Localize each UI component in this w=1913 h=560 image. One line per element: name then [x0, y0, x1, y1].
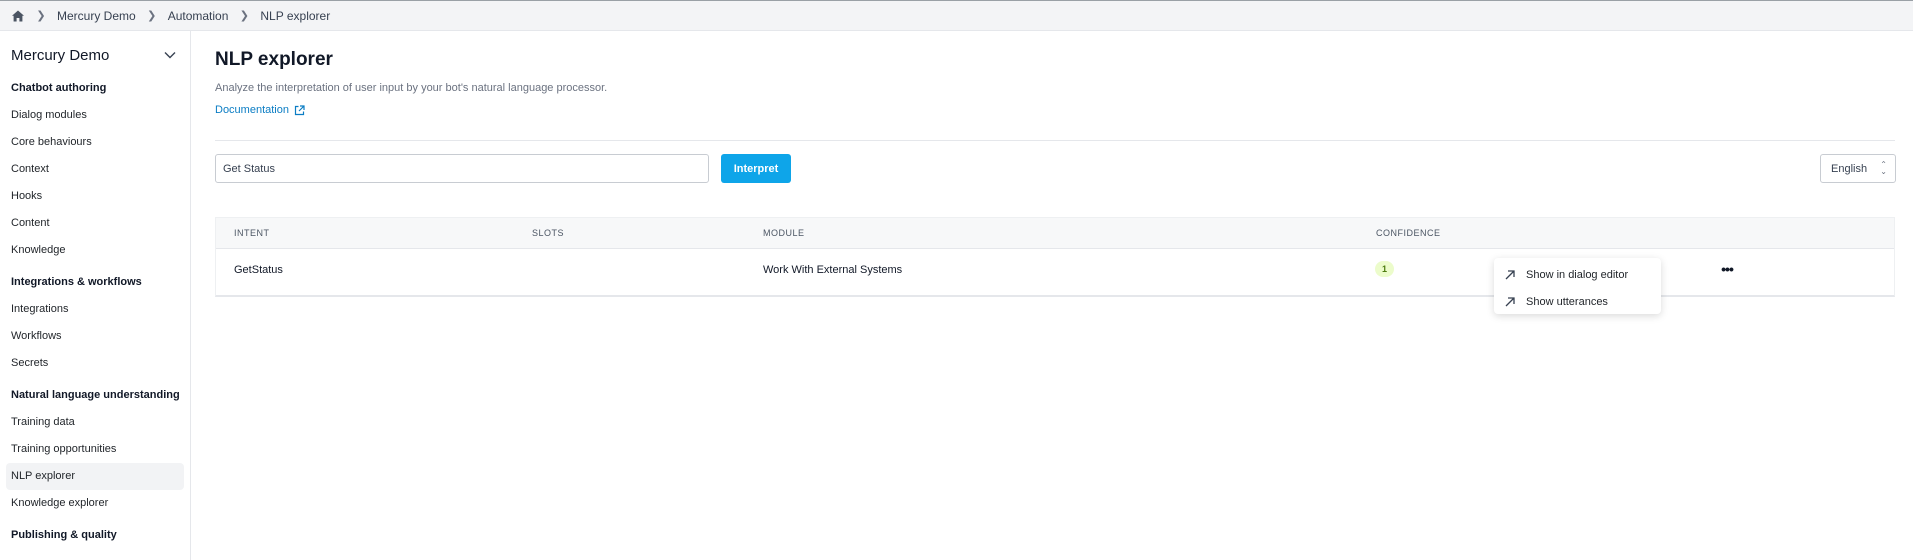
interpret-button[interactable]: Interpret	[721, 154, 791, 183]
column-header-module: MODULE	[763, 228, 805, 238]
cell-module: Work With External Systems	[763, 264, 903, 276]
menu-item-show-utterances[interactable]: Show utterances	[1494, 288, 1661, 315]
menu-item-label: Show utterances	[1526, 295, 1608, 308]
sidebar-item-knowledge[interactable]: Knowledge	[0, 237, 184, 264]
main-content: NLP explorer Analyze the interpretation …	[215, 31, 1896, 297]
sidebar-item-training-data[interactable]: Training data	[0, 409, 184, 436]
language-select[interactable]: English ⌃ ⌄	[1820, 154, 1896, 183]
breadcrumb-current: NLP explorer	[260, 8, 331, 23]
column-header-confidence: CONFIDENCE	[1376, 228, 1441, 238]
workspace-switcher[interactable]: Mercury Demo	[0, 32, 190, 78]
chevron-right-icon: ❯	[36, 10, 46, 22]
language-select-value: English	[1831, 162, 1868, 175]
sidebar-item-training-opportunities[interactable]: Training opportunities	[0, 436, 184, 463]
column-header-slots: SLOTS	[532, 228, 565, 238]
documentation-link[interactable]: Documentation	[215, 103, 305, 117]
query-row: Interpret English ⌃⌄	[215, 153, 1896, 183]
breadcrumb-item-current: ❯ NLP explorer	[228, 9, 330, 23]
page-title: NLP explorer	[215, 49, 333, 70]
query-input[interactable]	[215, 154, 709, 183]
cell-intent: GetStatus	[234, 264, 283, 276]
breadcrumb: ❯ Mercury Demo ❯ Automation ❯ NLP explor…	[0, 0, 1913, 31]
sidebar-item-knowledge-explorer[interactable]: Knowledge explorer	[0, 490, 184, 517]
sidebar-item-content[interactable]: Content	[0, 210, 184, 237]
sidebar-item-nlp-explorer[interactable]: NLP explorer	[6, 463, 184, 490]
sidebar-item-dialog-modules[interactable]: Dialog modules	[0, 102, 184, 129]
row-actions-button[interactable]: •••	[1717, 259, 1737, 279]
chevron-right-icon: ❯	[147, 10, 157, 22]
section-title-nlu: Natural language understanding	[11, 389, 180, 401]
breadcrumb-item-workspace: ❯ Mercury Demo	[25, 9, 136, 23]
column-header-intent: INTENT	[234, 228, 270, 238]
documentation-link-label: Documentation	[215, 104, 289, 116]
breadcrumb-link-workspace[interactable]: Mercury Demo	[57, 9, 136, 23]
breadcrumb-link-automation[interactable]: Automation	[168, 9, 229, 23]
sidebar-item-context[interactable]: Context	[0, 156, 184, 183]
section-title-publishing: Publishing & quality	[11, 529, 117, 541]
sidebar: Mercury Demo Chatbot authoring Dialog mo…	[0, 31, 191, 560]
external-link-icon	[294, 104, 305, 116]
row-actions-menu: Show in dialog editor Show utterances	[1494, 258, 1661, 314]
divider	[215, 140, 1895, 141]
arrow-up-right-icon	[1504, 269, 1526, 281]
sidebar-item-secrets[interactable]: Secrets	[0, 350, 184, 377]
chevron-down-icon	[164, 51, 176, 59]
sidebar-item-hooks[interactable]: Hooks	[0, 183, 184, 210]
arrow-up-right-icon	[1504, 296, 1526, 308]
section-title-integrations: Integrations & workflows	[11, 276, 142, 288]
workspace-name: Mercury Demo	[11, 46, 110, 64]
breadcrumb-item-automation: ❯ Automation	[136, 9, 229, 23]
home-icon[interactable]	[11, 9, 25, 23]
menu-item-label: Show in dialog editor	[1526, 268, 1629, 281]
sidebar-item-workflows[interactable]: Workflows	[0, 323, 184, 350]
chevron-right-icon: ❯	[239, 10, 249, 22]
section-title-chatbot-authoring: Chatbot authoring	[11, 82, 107, 94]
table-header: INTENT SLOTS MODULE CONFIDENCE	[216, 218, 1894, 249]
select-updown-icon: ⌃ ⌄	[1880, 160, 1887, 176]
sidebar-item-integrations[interactable]: Integrations	[0, 296, 184, 323]
page-description: Analyze the interpretation of user input…	[215, 82, 608, 94]
confidence-badge: 1	[1375, 261, 1394, 277]
menu-item-show-in-dialog-editor[interactable]: Show in dialog editor	[1494, 261, 1661, 288]
sidebar-item-core-behaviours[interactable]: Core behaviours	[0, 129, 184, 156]
